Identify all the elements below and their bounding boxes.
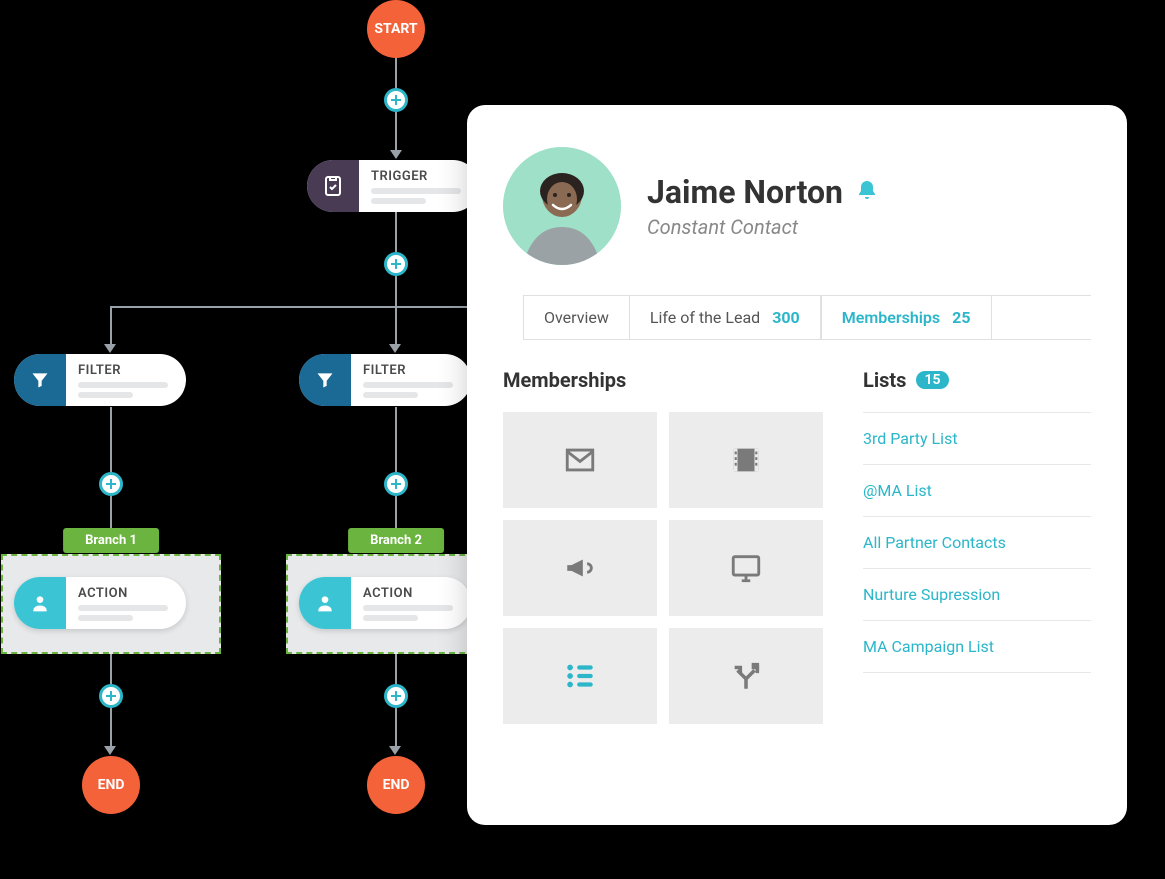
list-item[interactable]: MA Campaign List [863, 621, 1091, 673]
contact-company: Constant Contact [647, 215, 879, 239]
end-label: END [98, 777, 125, 793]
contact-card: Jaime Norton Constant Contact Overview L… [467, 105, 1127, 825]
person-icon [14, 577, 66, 629]
workflow-canvas: START TRIGGER FILTER [0, 0, 1165, 879]
membership-tile-list[interactable] [503, 628, 657, 724]
funnel-icon [299, 354, 351, 406]
contact-name: Jaime Norton [647, 173, 843, 211]
list-item[interactable]: @MA List [863, 465, 1091, 517]
lists-container: 3rd Party List @MA List All Partner Cont… [863, 412, 1091, 673]
list-icon [563, 659, 597, 693]
membership-tile-split[interactable] [669, 628, 823, 724]
filter-label: FILTER [78, 363, 168, 378]
membership-tile-campaign[interactable] [503, 520, 657, 616]
add-node-button[interactable] [384, 684, 408, 708]
tab-memberships[interactable]: Memberships 25 [821, 296, 992, 339]
email-icon [563, 443, 597, 477]
bell-icon[interactable] [855, 173, 879, 211]
person-icon [299, 577, 351, 629]
memberships-title: Memberships [503, 368, 823, 392]
tabs: Overview Life of the Lead 300 Membership… [523, 295, 1091, 340]
tab-life-of-lead[interactable]: Life of the Lead 300 [630, 296, 821, 339]
start-node[interactable]: START [367, 0, 425, 58]
branch-label: Branch 1 [63, 528, 159, 553]
add-node-button[interactable] [99, 684, 123, 708]
filter-block[interactable]: FILTER [14, 354, 186, 406]
clipboard-check-icon [307, 160, 359, 212]
trigger-label: TRIGGER [371, 169, 461, 184]
tab-overview[interactable]: Overview [523, 296, 630, 339]
lists-count-badge: 15 [916, 371, 948, 389]
list-item[interactable]: All Partner Contacts [863, 517, 1091, 569]
funnel-icon [14, 354, 66, 406]
list-item[interactable]: Nurture Supression [863, 569, 1091, 621]
end-node[interactable]: END [82, 756, 140, 814]
action-label: ACTION [78, 586, 168, 601]
membership-tile-media[interactable] [669, 412, 823, 508]
add-node-button[interactable] [384, 88, 408, 112]
film-icon [729, 443, 763, 477]
membership-tile-display[interactable] [669, 520, 823, 616]
action-block[interactable]: ACTION [299, 577, 471, 629]
lists-title: Lists [863, 368, 906, 392]
add-node-button[interactable] [384, 252, 408, 276]
trigger-block[interactable]: TRIGGER [307, 160, 479, 212]
bullhorn-icon [563, 551, 597, 585]
filter-label: FILTER [363, 363, 453, 378]
filter-block[interactable]: FILTER [299, 354, 471, 406]
start-label: START [374, 21, 417, 37]
add-node-button[interactable] [99, 472, 123, 496]
action-block[interactable]: ACTION [14, 577, 186, 629]
action-label: ACTION [363, 586, 453, 601]
membership-tile-email[interactable] [503, 412, 657, 508]
split-icon [729, 659, 763, 693]
list-item[interactable]: 3rd Party List [863, 412, 1091, 465]
monitor-icon [729, 551, 763, 585]
add-node-button[interactable] [384, 472, 408, 496]
end-node[interactable]: END [367, 756, 425, 814]
avatar [503, 147, 621, 265]
end-label: END [383, 777, 410, 793]
branch-label: Branch 2 [348, 528, 444, 553]
